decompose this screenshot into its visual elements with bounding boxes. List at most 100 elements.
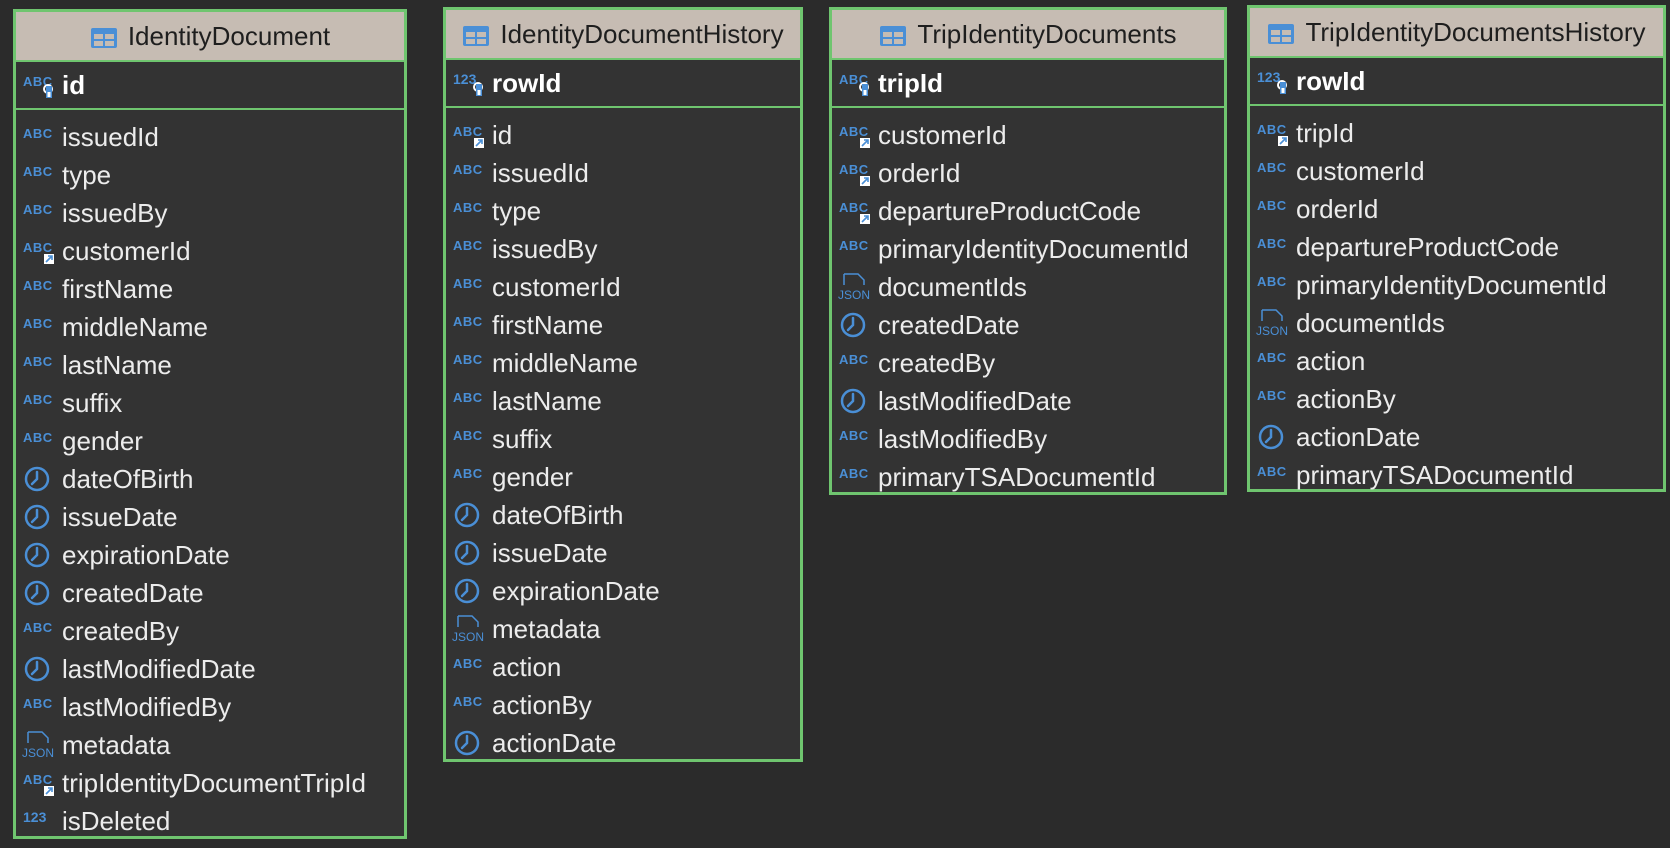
- column-row[interactable]: ABC action: [1250, 342, 1663, 380]
- column-row[interactable]: lastModifiedDate: [16, 650, 404, 688]
- column-row[interactable]: ABC lastModifiedBy: [832, 420, 1224, 458]
- column-row[interactable]: JSON documentIds: [1250, 304, 1663, 342]
- column-row[interactable]: dateOfBirth: [446, 496, 800, 534]
- primary-key-row[interactable]: 123 rowId: [446, 60, 800, 108]
- column-row[interactable]: ABC lastName: [16, 346, 404, 384]
- column-row[interactable]: ABC lastName: [446, 382, 800, 420]
- column-name: suffix: [62, 387, 123, 418]
- column-name: orderId: [878, 157, 961, 188]
- num-key-icon: 123: [1256, 67, 1290, 95]
- column-row[interactable]: ABC issuedBy: [446, 230, 800, 268]
- column-row[interactable]: ABC orderId: [1250, 190, 1663, 228]
- column-name: dateOfBirth: [62, 463, 194, 494]
- column-row[interactable]: ABC customerId: [1250, 152, 1663, 190]
- svg-text:ABC: ABC: [839, 200, 869, 215]
- column-row[interactable]: ABC customerId: [832, 116, 1224, 154]
- column-row[interactable]: ABC middleName: [16, 308, 404, 346]
- primary-key-name: id: [62, 69, 86, 100]
- column-row[interactable]: actionDate: [446, 724, 800, 762]
- entity-identity-document-history[interactable]: IdentityDocumentHistory 123 rowId ABC id ABC i…: [443, 7, 803, 762]
- abc-icon: ABC: [452, 235, 486, 263]
- abc-icon: ABC: [1256, 347, 1290, 375]
- svg-text:ABC: ABC: [23, 430, 53, 445]
- column-name: customerId: [62, 235, 191, 266]
- primary-key-row[interactable]: ABC tripId: [832, 60, 1224, 108]
- column-row[interactable]: ABC customerId: [16, 232, 404, 270]
- abc-icon: ABC: [452, 349, 486, 377]
- column-row[interactable]: ABC createdBy: [16, 612, 404, 650]
- column-row[interactable]: ABC createdBy: [832, 344, 1224, 382]
- column-row[interactable]: ABC type: [16, 156, 404, 194]
- column-row[interactable]: lastModifiedDate: [832, 382, 1224, 420]
- column-row[interactable]: dateOfBirth: [16, 460, 404, 498]
- column-name: documentIds: [878, 271, 1027, 302]
- entity-trip-identity-documents[interactable]: TripIdentityDocuments ABC tripId ABC custome…: [829, 7, 1227, 495]
- abc-icon: ABC: [452, 197, 486, 225]
- column-row[interactable]: ABC primaryTSADocumentId: [832, 458, 1224, 496]
- column-row[interactable]: ABC primaryTSADocumentId: [1250, 456, 1663, 494]
- svg-text:JSON: JSON: [1256, 324, 1288, 337]
- svg-text:ABC: ABC: [1257, 236, 1287, 251]
- primary-key-row[interactable]: ABC id: [16, 62, 404, 110]
- column-row[interactable]: ABC issuedBy: [16, 194, 404, 232]
- column-row[interactable]: ABC primaryIdentityDocumentId: [832, 230, 1224, 268]
- column-row[interactable]: JSON metadata: [446, 610, 800, 648]
- column-row[interactable]: expirationDate: [446, 572, 800, 610]
- column-row[interactable]: ABC orderId: [832, 154, 1224, 192]
- column-row[interactable]: ABC gender: [16, 422, 404, 460]
- svg-text:ABC: ABC: [1257, 274, 1287, 289]
- svg-text:ABC: ABC: [453, 276, 483, 291]
- column-row[interactable]: JSON metadata: [16, 726, 404, 764]
- column-row[interactable]: ABC customerId: [446, 268, 800, 306]
- column-row[interactable]: ABC firstName: [16, 270, 404, 308]
- column-row[interactable]: ABC primaryIdentityDocumentId: [1250, 266, 1663, 304]
- column-row[interactable]: ABC actionBy: [446, 686, 800, 724]
- column-row[interactable]: ABC lastModifiedBy: [16, 688, 404, 726]
- svg-text:ABC: ABC: [23, 164, 53, 179]
- column-row[interactable]: ABC actionBy: [1250, 380, 1663, 418]
- column-row[interactable]: ABC gender: [446, 458, 800, 496]
- abc-icon: ABC: [22, 123, 56, 151]
- column-row[interactable]: ABC middleName: [446, 344, 800, 382]
- column-row[interactable]: createdDate: [832, 306, 1224, 344]
- column-row[interactable]: JSON documentIds: [832, 268, 1224, 306]
- column-row[interactable]: ABC type: [446, 192, 800, 230]
- column-row[interactable]: issueDate: [16, 498, 404, 536]
- column-name: tripIdentityDocumentTripId: [62, 767, 366, 798]
- column-row[interactable]: ABC issuedId: [16, 118, 404, 156]
- column-row[interactable]: ABC action: [446, 648, 800, 686]
- column-name: dateOfBirth: [492, 499, 624, 530]
- column-row[interactable]: 123 isDeleted: [16, 802, 404, 840]
- abc-icon: ABC: [452, 653, 486, 681]
- abc-icon: ABC: [838, 425, 872, 453]
- column-row[interactable]: actionDate: [1250, 418, 1663, 456]
- column-row[interactable]: ABC departureProductCode: [1250, 228, 1663, 266]
- primary-key-row[interactable]: 123 rowId: [1250, 58, 1663, 106]
- column-name: gender: [492, 461, 573, 492]
- column-name: departureProductCode: [1296, 231, 1560, 262]
- column-row[interactable]: expirationDate: [16, 536, 404, 574]
- entity-identity-document[interactable]: IdentityDocument ABC id ABC issuedId ABC type A…: [13, 9, 407, 839]
- column-row[interactable]: createdDate: [16, 574, 404, 612]
- column-row[interactable]: ABC tripIdentityDocumentTripId: [16, 764, 404, 802]
- column-row[interactable]: ABC suffix: [446, 420, 800, 458]
- json-icon: JSON: [838, 273, 872, 301]
- column-row[interactable]: ABC issuedId: [446, 154, 800, 192]
- column-row[interactable]: ABC suffix: [16, 384, 404, 422]
- entity-header[interactable]: IdentityDocumentHistory: [446, 10, 800, 60]
- column-row[interactable]: ABC id: [446, 116, 800, 154]
- entity-header[interactable]: TripIdentityDocumentsHistory: [1250, 8, 1663, 58]
- svg-text:123: 123: [453, 71, 477, 87]
- entity-header[interactable]: IdentityDocument: [16, 12, 404, 62]
- column-row[interactable]: issueDate: [446, 534, 800, 572]
- entity-header[interactable]: TripIdentityDocuments: [832, 10, 1224, 60]
- column-row[interactable]: ABC tripId: [1250, 114, 1663, 152]
- column-name: gender: [62, 425, 143, 456]
- svg-text:ABC: ABC: [453, 314, 483, 329]
- column-row[interactable]: ABC departureProductCode: [832, 192, 1224, 230]
- column-name: issuedBy: [492, 233, 598, 264]
- column-row[interactable]: ABC firstName: [446, 306, 800, 344]
- abc-icon: ABC: [1256, 385, 1290, 413]
- clock-icon: [452, 539, 486, 567]
- entity-trip-identity-documents-history[interactable]: TripIdentityDocumentsHistory 123 rowId ABC t…: [1247, 5, 1666, 492]
